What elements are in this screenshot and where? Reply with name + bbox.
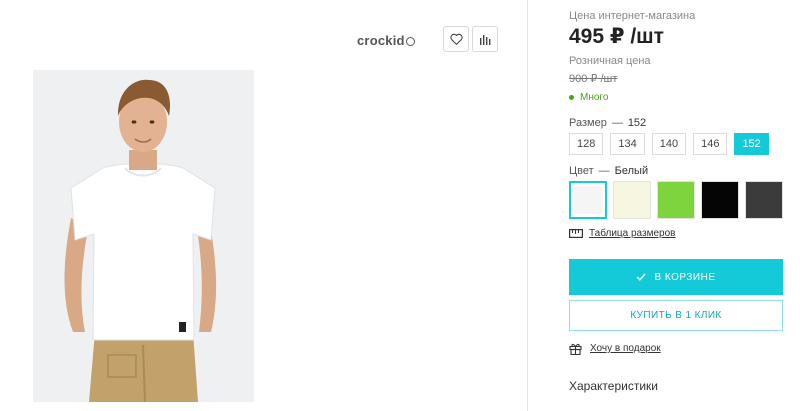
size-label: Размер <box>569 117 607 129</box>
color-swatch-cream[interactable] <box>613 181 651 219</box>
gift-link[interactable]: Хочу в подарок <box>569 342 661 355</box>
gift-text: Хочу в подарок <box>590 343 661 354</box>
compare-chart-icon <box>480 35 491 45</box>
product-info: Цена интернет-магазина 495 ₽ /шт Розничн… <box>529 0 800 411</box>
color-selected: Белый <box>614 165 649 177</box>
brand-logo: crockid <box>357 33 415 48</box>
size-option-128[interactable]: 128 <box>569 133 604 155</box>
product-gallery: crockid <box>0 0 528 411</box>
buy-one-click-button[interactable]: КУПИТЬ В 1 КЛИК <box>569 300 783 331</box>
ruler-icon <box>569 229 583 238</box>
compare-button[interactable] <box>472 26 498 52</box>
check-icon <box>636 273 647 281</box>
product-photo[interactable] <box>33 70 254 402</box>
color-selector <box>569 181 783 219</box>
size-table-link[interactable]: Таблица размеров <box>569 228 675 239</box>
color-row-label: Цвет — Белый <box>569 165 649 177</box>
size-option-140[interactable]: 140 <box>651 133 687 155</box>
size-selected: 152 <box>627 117 647 129</box>
color-swatch-white[interactable] <box>569 181 607 219</box>
color-swatch-green[interactable] <box>657 181 695 219</box>
online-price-label: Цена интернет-магазина <box>569 10 696 22</box>
retail-price-label: Розничная цена <box>569 55 651 67</box>
stock-status: Много <box>569 92 608 103</box>
in-cart-button[interactable]: В КОРЗИНЕ <box>569 259 783 295</box>
in-cart-label: В КОРЗИНЕ <box>654 271 716 283</box>
retail-price: 900 ₽ /шт <box>569 73 618 85</box>
characteristics-title: Характеристики <box>569 379 658 393</box>
size-table-text: Таблица размеров <box>589 228 676 239</box>
size-option-134[interactable]: 134 <box>610 133 645 155</box>
size-option-152[interactable]: 152 <box>734 133 769 155</box>
size-selector: 128 134 140 146 152 <box>569 133 769 155</box>
favorite-button[interactable] <box>443 26 469 52</box>
stock-text: Много <box>580 92 609 103</box>
heart-icon <box>449 33 463 45</box>
color-label: Цвет <box>569 165 594 177</box>
color-swatch-black[interactable] <box>701 181 739 219</box>
color-swatch-graphite[interactable] <box>745 181 783 219</box>
gift-icon <box>569 343 582 355</box>
stock-dot-icon <box>569 95 574 100</box>
price: 495 ₽ /шт <box>569 25 664 48</box>
size-option-146[interactable]: 146 <box>693 133 728 155</box>
size-row-label: Размер —152 <box>569 117 647 129</box>
